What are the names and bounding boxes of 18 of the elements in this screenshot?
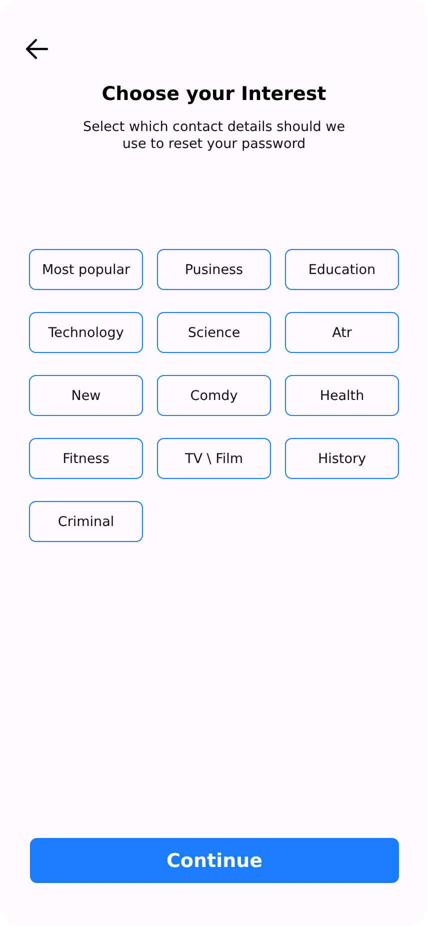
continue-button[interactable]: Continue [30, 838, 399, 883]
interest-chip[interactable]: Criminal [29, 501, 143, 542]
back-arrow-icon [25, 38, 49, 60]
interest-chip[interactable]: Comdy [157, 375, 271, 416]
interest-chip[interactable]: Pusiness [157, 249, 271, 290]
interest-chip[interactable]: Most popular [29, 249, 143, 290]
interest-chip[interactable]: Education [285, 249, 399, 290]
interest-chip[interactable]: New [29, 375, 143, 416]
interest-chip[interactable]: Atr [285, 312, 399, 353]
page-subtitle: Select which contact details should we use to reset your password [82, 119, 346, 153]
page-title: Choose your Interest [100, 83, 328, 105]
interest-chip[interactable]: TV \ Film [157, 438, 271, 479]
interest-chip[interactable]: Health [285, 375, 399, 416]
interest-chip[interactable]: Fitness [29, 438, 143, 479]
interest-chip[interactable]: Science [157, 312, 271, 353]
back-button[interactable] [24, 36, 50, 62]
interest-chip[interactable]: Technology [29, 312, 143, 353]
interest-chip[interactable]: History [285, 438, 399, 479]
